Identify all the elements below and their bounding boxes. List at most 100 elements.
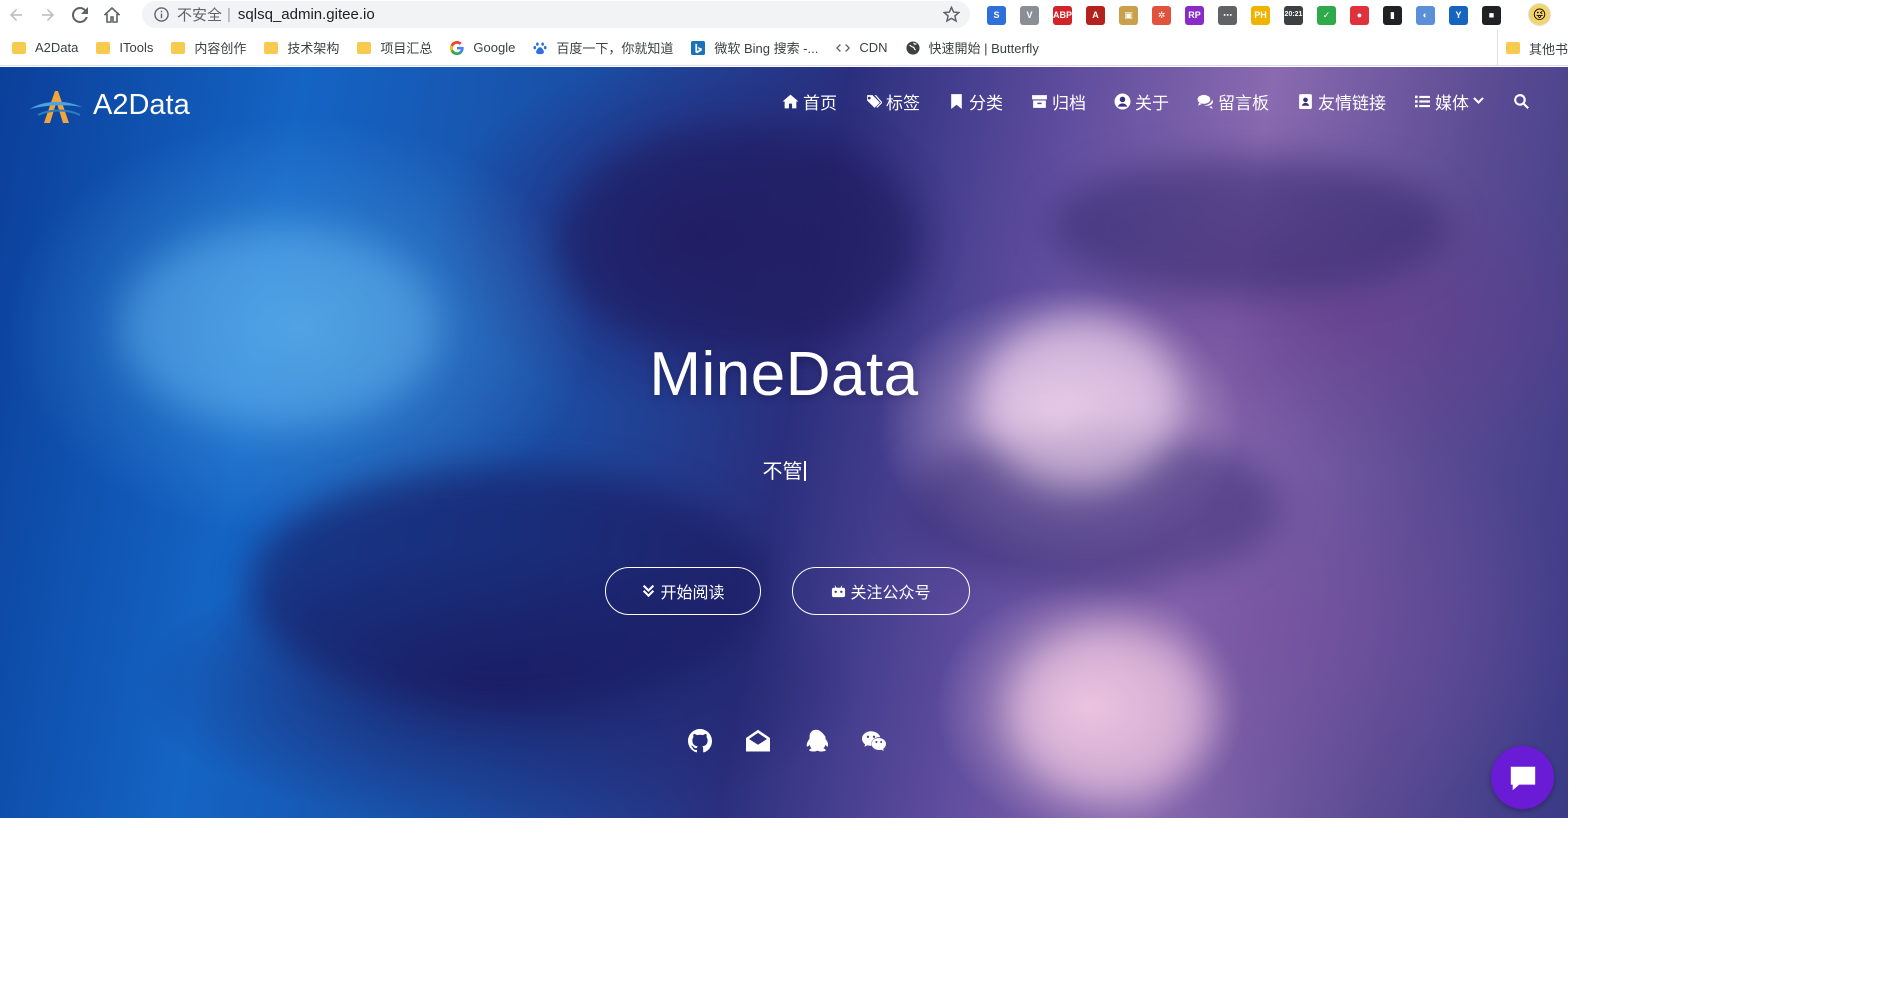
- folder-icon: [357, 41, 372, 55]
- social-links: [686, 727, 918, 755]
- site-navbar: A2Data 首页 标签 分类 归档 关于 留言板 友情链接 媒体: [0, 67, 1568, 137]
- nav-label: 友情链接: [1318, 94, 1386, 113]
- nav-about[interactable]: 关于: [1114, 89, 1169, 114]
- url-text[interactable]: sqlsq_admin.gitee.io: [238, 6, 375, 23]
- arrow-right-icon: [42, 9, 54, 21]
- nav-label: 标签: [886, 94, 920, 113]
- bookmark-extension-icon[interactable]: ▮: [1383, 5, 1402, 25]
- github-link[interactable]: [686, 727, 714, 755]
- bookmark-item[interactable]: 微软 Bing 搜索 -...: [691, 38, 818, 57]
- square-extension-icon[interactable]: ■: [1482, 5, 1501, 25]
- ph-extension-icon[interactable]: PH: [1251, 5, 1270, 25]
- bookmark-label: Google: [473, 40, 516, 55]
- forward-button[interactable]: [32, 1, 64, 29]
- wechat-icon: [862, 731, 886, 752]
- brand-name: A2Data: [93, 88, 190, 121]
- extensions-row: S V ABP A ▣ ✲ RP ⋯ PH 20:21 ✓ ● ▮ ◐ Y ■: [980, 3, 1508, 27]
- nav-categories[interactable]: 分类: [948, 89, 1003, 114]
- bookmark-label: 快速開始 | Butterfly: [928, 41, 1039, 56]
- email-link[interactable]: [744, 727, 772, 755]
- globe-icon: [905, 40, 920, 55]
- y-extension-icon[interactable]: Y: [1449, 5, 1468, 25]
- site-brand[interactable]: A2Data: [28, 85, 190, 125]
- circle-extension-icon[interactable]: ◐: [1416, 5, 1435, 25]
- button-label: 关注公众号: [850, 585, 931, 602]
- tags-icon: [866, 95, 882, 108]
- nav-label: 媒体: [1435, 94, 1469, 113]
- nav-home[interactable]: 首页: [782, 89, 837, 114]
- image-extension-icon[interactable]: ▣: [1119, 5, 1138, 25]
- star-icon[interactable]: [943, 6, 960, 23]
- bookmark-item[interactable]: Google: [450, 40, 515, 55]
- bookmark-item[interactable]: 快速開始 | Butterfly: [905, 38, 1039, 57]
- cloud-shape: [560, 127, 920, 357]
- separator: |: [227, 6, 231, 23]
- profile-avatar[interactable]: 😜: [1528, 3, 1551, 26]
- nav-guestbook[interactable]: 留言板: [1197, 89, 1269, 114]
- chat-button[interactable]: [1491, 746, 1554, 809]
- dots-extension-icon[interactable]: ⋯: [1218, 5, 1237, 25]
- back-button[interactable]: [0, 1, 32, 29]
- nav-label: 归档: [1052, 94, 1086, 113]
- search-button[interactable]: [1513, 93, 1534, 110]
- v-extension-icon[interactable]: V: [1020, 5, 1039, 25]
- clock-extension-icon[interactable]: 20:21: [1284, 5, 1303, 25]
- user-icon: [1114, 93, 1131, 110]
- adblock-icon[interactable]: ABP: [1053, 5, 1072, 25]
- bookmark-label: ITools: [119, 40, 154, 55]
- security-label: 不安全: [177, 7, 223, 24]
- qq-link[interactable]: [802, 727, 830, 755]
- bing-icon: [691, 40, 706, 55]
- comments-icon: [1197, 94, 1213, 109]
- nav-archive[interactable]: 归档: [1031, 89, 1086, 114]
- s-extension-icon[interactable]: S: [987, 5, 1006, 25]
- green-extension-icon[interactable]: ✓: [1317, 5, 1336, 25]
- bookmark-item[interactable]: 项目汇总: [357, 38, 432, 57]
- info-icon[interactable]: [154, 7, 169, 22]
- reload-icon: [72, 7, 88, 23]
- bookmark-label: 内容创作: [194, 41, 247, 56]
- rp-extension-icon[interactable]: RP: [1185, 5, 1204, 25]
- home-icon: [782, 94, 799, 109]
- bookmark-item[interactable]: 技术架构: [264, 38, 339, 57]
- typing-cursor: [803, 461, 806, 481]
- bookmark-item[interactable]: ITools: [96, 40, 153, 55]
- follow-official-account-button[interactable]: 关注公众号: [792, 567, 970, 615]
- google-icon: [450, 40, 465, 55]
- nav-links[interactable]: 友情链接: [1297, 89, 1386, 114]
- bookmark-label: 技术架构: [287, 41, 340, 56]
- pdf-icon[interactable]: A: [1086, 5, 1105, 25]
- wechat-link[interactable]: [860, 727, 888, 755]
- address-book-icon: [1299, 94, 1312, 109]
- hero-section: A2Data 首页 标签 分类 归档 关于 留言板 友情链接 媒体 MineDa…: [0, 67, 1568, 818]
- nav-tags[interactable]: 标签: [865, 89, 920, 114]
- other-bookmarks-label: 其他书: [1528, 41, 1568, 57]
- lightning-glow: [1010, 627, 1210, 797]
- browser-toolbar: 不安全 | sqlsq_admin.gitee.io S V ABP A ▣ ✲ RP ⋯ PH…: [0, 0, 1568, 30]
- nav-label: 分类: [969, 94, 1003, 113]
- bookmark-item[interactable]: 内容创作: [171, 38, 246, 57]
- arrow-left-icon: [10, 9, 22, 21]
- other-bookmarks[interactable]: 其他书: [1496, 30, 1568, 65]
- nodes-extension-icon[interactable]: ✲: [1152, 5, 1171, 25]
- code-icon: [836, 41, 851, 55]
- timer-extension-icon[interactable]: ●: [1350, 5, 1369, 25]
- start-reading-button[interactable]: 开始阅读: [605, 567, 761, 615]
- reload-button[interactable]: [64, 1, 96, 29]
- bookmark-item[interactable]: 百度一下，你就知道: [533, 38, 673, 57]
- folder-icon: [1505, 42, 1520, 54]
- folder-icon: [96, 41, 111, 55]
- nav-label: 留言板: [1218, 94, 1269, 113]
- github-icon: [688, 729, 712, 753]
- address-bar[interactable]: 不安全 | sqlsq_admin.gitee.io: [142, 1, 970, 28]
- bookmarks-bar: A2Data ITools 内容创作 技术架构 项目汇总 Google 百度一下，你就知道 微…: [0, 30, 1568, 66]
- bookmark-label: 百度一下，你就知道: [556, 41, 674, 56]
- nav-media[interactable]: 媒体: [1414, 89, 1485, 114]
- home-button[interactable]: [96, 1, 128, 29]
- bookmark-item[interactable]: A2Data: [12, 40, 78, 55]
- envelope-open-icon: [746, 729, 770, 752]
- site-subtitle: 不管: [0, 455, 1568, 484]
- bookmark-item[interactable]: CDN: [836, 40, 888, 55]
- house-icon: [104, 7, 120, 23]
- site-menu: 首页 标签 分类 归档 关于 留言板 友情链接 媒体: [754, 89, 1534, 114]
